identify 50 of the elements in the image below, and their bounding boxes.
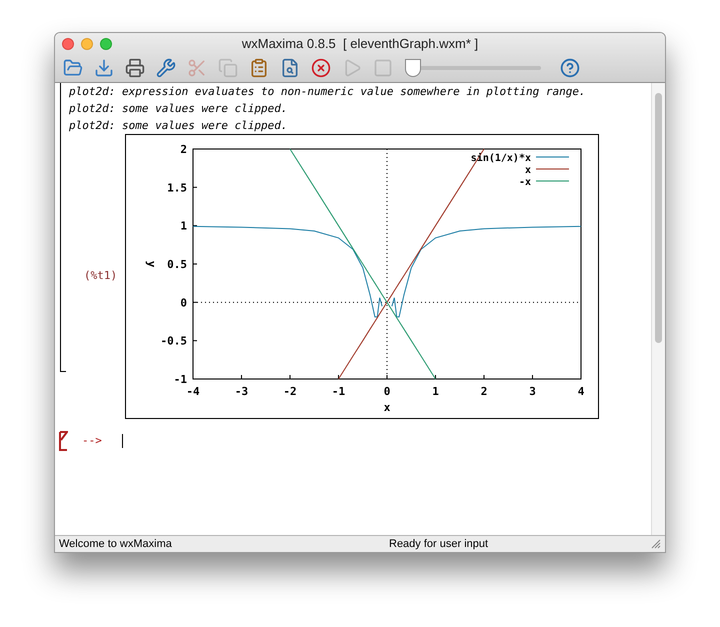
output-message: plot2d: expression evaluates to non-numeric value somewhere in plotting range. [69, 84, 587, 100]
text-cursor [122, 434, 123, 448]
tick-label: -1 [174, 373, 187, 386]
stop-icon [311, 58, 331, 78]
slider-thumb[interactable] [405, 59, 421, 77]
zoom-button[interactable] [100, 38, 112, 50]
find-icon [280, 58, 300, 78]
tick-label: -3 [234, 385, 248, 398]
tick-label: 0 [384, 385, 390, 398]
copy-icon [218, 58, 238, 78]
tick-label: 0.5 [167, 258, 187, 271]
input-bracket-icon [58, 431, 68, 451]
help-button[interactable] [560, 58, 580, 78]
output-message: plot2d: some values were clipped. [69, 118, 289, 134]
tick-label: 2 [480, 385, 488, 398]
tick-label: 0 [180, 296, 187, 310]
tick-label: -1 [332, 385, 346, 398]
status-text: Ready for user input [389, 536, 488, 552]
scrollbar[interactable] [651, 83, 665, 535]
help-icon [560, 58, 580, 78]
scrollbar-thumb[interactable] [655, 93, 662, 343]
tick-label: -0.5 [160, 334, 187, 348]
save-icon [94, 58, 114, 78]
tick-label: 1 [432, 385, 439, 398]
axis-label: x [384, 401, 390, 414]
tick-label: 1.5 [167, 181, 187, 194]
slider[interactable] [405, 58, 541, 78]
minimize-button[interactable] [81, 38, 93, 50]
scissors-icon [187, 58, 207, 78]
output-label: (%t1) [84, 268, 118, 284]
tick-label: 1 [180, 220, 187, 233]
input-prompt: --> [82, 432, 102, 449]
tick-label: 4 [578, 385, 584, 398]
wrench-icon [156, 58, 176, 78]
resize-grip-icon[interactable] [651, 539, 661, 549]
window-title: wxMaxima 0.8.5 [ eleventhGraph.wxm* ] [242, 35, 478, 54]
clipboard-icon [249, 58, 269, 78]
stop-square-icon [373, 58, 393, 78]
tick-label: 2 [180, 143, 187, 156]
folder-icon [63, 58, 83, 78]
legend-label: x [524, 165, 531, 176]
printer-icon [125, 58, 145, 78]
status-text: Welcome to wxMaxima [59, 536, 173, 552]
close-button[interactable] [62, 38, 74, 50]
tick-label: -2 [283, 385, 297, 398]
tick-label: 3 [529, 385, 536, 398]
tick-label: -4 [186, 385, 200, 398]
output-message: plot2d: some values were clipped. [69, 101, 289, 117]
legend-label: -x [518, 177, 531, 188]
axis-label: y [145, 260, 158, 268]
